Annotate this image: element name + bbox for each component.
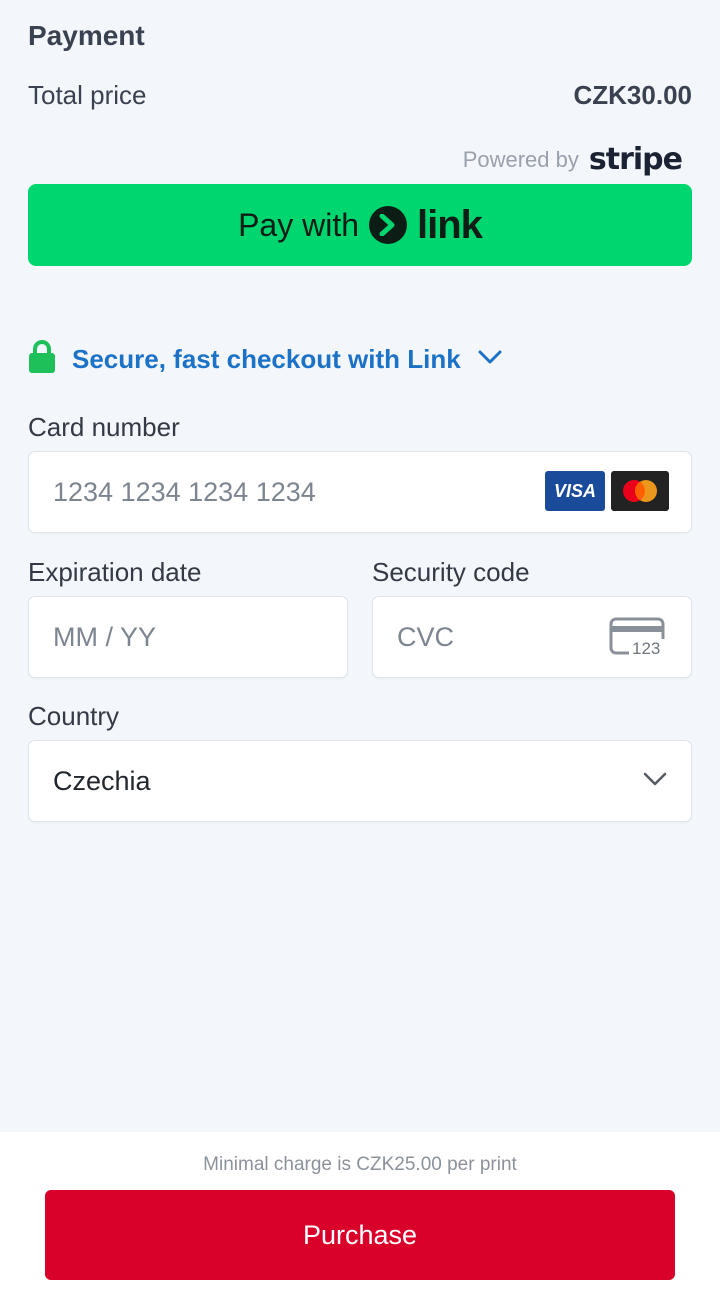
security-code-label: Security code [372,557,530,587]
card-brands: VISA [545,471,669,511]
chevron-down-icon [477,349,503,370]
cvc-placeholder: CVC [397,621,455,652]
link-arrow-icon [369,206,408,244]
expiration-date-label: Expiration date [28,557,202,587]
mastercard-icon [611,471,669,511]
powered-by-text: Powered by [462,146,579,172]
powered-by-stripe: Powered by stripe [462,142,683,177]
svg-text:123: 123 [632,639,660,657]
cvc-card-icon: 123 [609,617,667,662]
country-value: Czechia [53,765,151,796]
stripe-logo: stripe [588,142,683,177]
chevron-down-icon [643,771,667,792]
lock-icon [28,340,56,379]
card-number-input[interactable]: 1234 1234 1234 1234 VISA [28,451,692,533]
visa-icon: VISA [545,471,605,511]
total-price-value: CZK30.00 [573,80,693,110]
expiration-date-input[interactable]: MM / YY [28,596,348,678]
purchase-button[interactable]: Purchase [45,1190,675,1280]
pay-with-link-button[interactable]: Pay with link [28,184,692,266]
page-title: Payment [28,20,145,51]
country-label: Country [28,701,120,731]
link-logo: link [417,202,483,247]
card-number-placeholder: 1234 1234 1234 1234 [53,476,316,507]
purchase-footer: Minimal charge is CZK25.00 per print Pur… [0,1132,720,1298]
total-price-label: Total price [28,80,147,110]
country-select[interactable]: Czechia [28,740,692,822]
secure-checkout-label: Secure, fast checkout with Link [72,344,461,374]
security-code-input[interactable]: CVC 123 [372,596,692,678]
secure-checkout-link-toggle[interactable]: Secure, fast checkout with Link [28,340,503,379]
expiration-placeholder: MM / YY [53,621,157,652]
card-number-label: Card number [28,412,180,442]
minimal-charge-note: Minimal charge is CZK25.00 per print [203,1154,517,1175]
pay-with-label: Pay with [238,206,360,243]
